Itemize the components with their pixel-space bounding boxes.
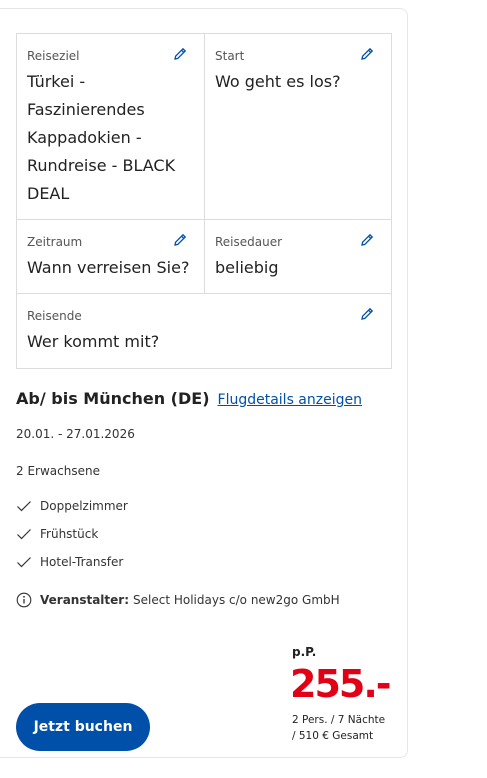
field-value: Wann verreisen Sie? [27, 258, 190, 277]
pencil-icon[interactable] [172, 46, 188, 62]
feature-label: Doppelzimmer [40, 499, 128, 513]
price-details-line: 2 Pers. / 7 Nächte [292, 714, 386, 726]
departure-text: Ab/ bis München (DE) [16, 389, 210, 408]
book-now-button[interactable]: Jetzt buchen [16, 703, 150, 751]
search-fields-grid: Reiseziel Türkei - Faszinierendes Kappad… [16, 33, 392, 369]
field-start[interactable]: Start Wo geht es los? [205, 34, 391, 220]
field-value: Wo geht es los? [215, 72, 341, 91]
feature-item: Doppelzimmer [16, 497, 128, 515]
offer-card: Reiseziel Türkei - Faszinierendes Kappad… [0, 8, 408, 758]
per-person-label: p.P. [292, 645, 317, 659]
field-value: Türkei - Faszinierendes Kappadokien - Ru… [27, 72, 176, 203]
pencil-icon[interactable] [359, 232, 375, 248]
field-label: Reisende [27, 309, 82, 323]
feature-item: Frühstück [16, 525, 98, 543]
feature-item: Hotel-Transfer [16, 553, 123, 571]
field-reisende[interactable]: Reisende Wer kommt mit? [17, 294, 391, 368]
organizer-label: Veranstalter: [40, 593, 130, 607]
check-icon [17, 557, 31, 568]
field-label: Reisedauer [215, 235, 283, 249]
price-details: 2 Pers. / 7 Nächte / 510 € Gesamt [292, 712, 385, 744]
organizer-name: Select Holidays c/o new2go GmbH [133, 593, 340, 607]
travelers: 2 Erwachsene [16, 464, 100, 478]
price-details-line: / 510 € Gesamt [292, 730, 374, 742]
feature-label: Hotel-Transfer [40, 555, 124, 569]
info-icon[interactable] [16, 592, 32, 608]
field-zeitraum[interactable]: Zeitraum Wann verreisen Sie? [17, 220, 205, 294]
pencil-icon[interactable] [359, 46, 375, 62]
feature-label: Frühstück [40, 527, 99, 541]
travel-dates: 20.01. - 27.01.2026 [16, 427, 135, 441]
flight-info: Ab/ bis München (DE) Flugdetails anzeigen [16, 387, 362, 412]
field-reiseziel[interactable]: Reiseziel Türkei - Faszinierendes Kappad… [17, 34, 205, 220]
price-amount: 255.- [290, 662, 392, 706]
field-label: Zeitraum [27, 235, 83, 249]
field-value: Wer kommt mit? [27, 332, 160, 351]
field-label: Start [215, 49, 245, 63]
pencil-icon[interactable] [172, 232, 188, 248]
field-value: beliebig [215, 258, 279, 277]
field-reisedauer[interactable]: Reisedauer beliebig [205, 220, 391, 294]
organizer-info: Veranstalter: Select Holidays c/o new2go… [16, 591, 340, 609]
check-icon [17, 529, 31, 540]
pencil-icon[interactable] [359, 306, 375, 322]
flight-details-link[interactable]: Flugdetails anzeigen [218, 392, 362, 408]
field-label: Reiseziel [27, 49, 80, 63]
check-icon [17, 501, 31, 512]
